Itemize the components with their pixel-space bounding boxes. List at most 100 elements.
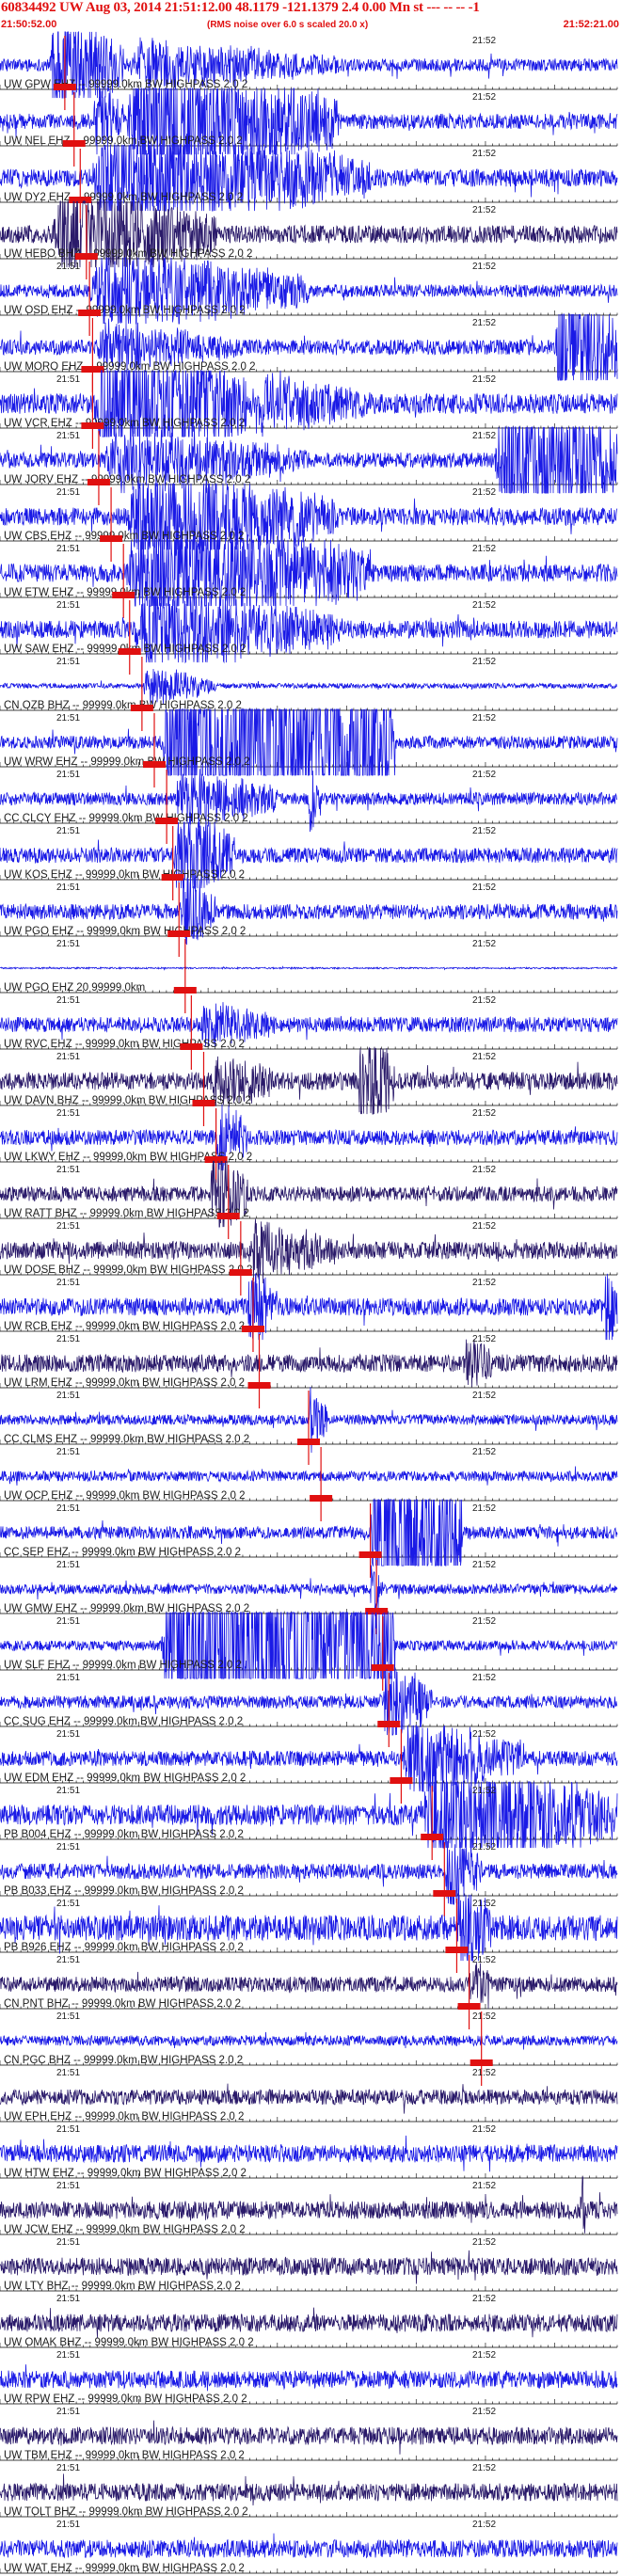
trace-row: UW SAW EHZ -- 99999.0km BW HIGHPASS 2.0 … <box>0 596 618 675</box>
trace-row: UW LKWY EHZ -- 99999.0km BW HIGHPASS 2.0… <box>0 1104 618 1183</box>
station-label: UW HTW EHZ -- 99999.0km BW HIGHPASS 2.0 … <box>4 2168 247 2179</box>
minute-label: 21:52 <box>472 2068 496 2078</box>
minute-label: 21:51 <box>56 1278 80 1288</box>
minute-label: 21:52 <box>472 1786 496 1796</box>
minute-label: 21:51 <box>56 2520 80 2530</box>
phase-pick-flag <box>161 874 184 881</box>
minute-label: 21:51 <box>56 431 80 441</box>
station-label: UW HEBO BHZ -- 99999.0km BW HIGHPASS 2.0… <box>4 248 252 260</box>
minute-label: 21:52 <box>472 657 496 667</box>
minute-label: 21:52 <box>472 1391 496 1401</box>
trace-row: UW VCR EHZ -- 99999.0km BW HIGHPASS 2.0 … <box>0 370 618 449</box>
station-label: UW LTY BHZ -- 99999.0km BW HIGHPASS 2.0 … <box>4 2281 241 2292</box>
phase-pick-flag <box>173 987 197 994</box>
phase-pick-flag <box>112 592 135 598</box>
minute-label: 21:51 <box>56 1108 80 1119</box>
station-label: UW SLF EHZ -- 99999.0km BW HIGHPASS 2.0 … <box>4 1660 242 1671</box>
trace-row: CC CLCY EHZ -- 99999.0km BW HIGHPASS 2.0… <box>0 769 618 844</box>
minute-label: 21:51 <box>56 262 80 272</box>
waveform <box>0 2135 618 2172</box>
trace-row: UW HEBO BHZ -- 99999.0km BW HIGHPASS 2.0… <box>0 199 618 279</box>
minute-label: 21:52 <box>472 1221 496 1232</box>
phase-pick-flag <box>78 310 102 316</box>
station-label: UW DOSE BHZ -- 99999.0km BW HIGHPASS 2.0… <box>4 1264 252 1276</box>
waveform <box>0 2364 618 2392</box>
minute-label: 21:51 <box>56 2350 80 2361</box>
station-label: UW TOLT BHZ -- 99999.0km BW HIGHPASS 2.0… <box>4 2506 248 2518</box>
trace-row: UW PGO EHZ 20 99999.0km21:51 21:52 <box>0 939 618 1013</box>
station-label: UW JCW EHZ -- 99999.0km BW HIGHPASS 2.0 … <box>4 2224 246 2235</box>
station-label: UW LRM EHZ -- 99999.0km BW HIGHPASS 2.0 … <box>4 1377 245 1389</box>
minute-label: 21:52 <box>472 770 496 780</box>
phase-pick-flag <box>53 84 76 90</box>
phase-pick-flag <box>155 818 179 824</box>
trace-row: UW JCW EHZ -- 99999.0km BW HIGHPASS 2.0 … <box>0 2176 618 2235</box>
phase-pick-flag <box>143 761 166 768</box>
station-label: UW OCP EHZ -- 99999.0km BW HIGHPASS 2.0 … <box>4 1490 245 1502</box>
minute-label: 21:51 <box>56 770 80 780</box>
waveform <box>0 2031 618 2050</box>
minute-label: 21:51 <box>56 600 80 611</box>
minute-label: 21:52 <box>472 262 496 272</box>
minute-label: 21:51 <box>56 939 80 949</box>
seismogram-plot: UW GPW EHZ -- 99999.0km BW HIGHPASS 2.0 … <box>0 30 618 2574</box>
phase-pick-flag <box>421 1834 444 1840</box>
trace-row: CN PGC BHZ -- 99999.0km BW HIGHPASS 2.0 … <box>0 2012 618 2086</box>
station-label: UW JORV EHZ -- 99999.0km BW HIGHPASS 2.0… <box>4 474 250 485</box>
minute-label: 21:51 <box>56 2124 80 2135</box>
minute-label: 21:51 <box>56 2294 80 2304</box>
minute-label: 21:52 <box>472 2350 496 2361</box>
station-label: UW EPH EHZ -- 99999.0km BW HIGHPASS 2.0 … <box>4 2111 244 2123</box>
minute-label: 21:51 <box>56 657 80 667</box>
minute-label: 21:51 <box>56 1052 80 1062</box>
minute-label: 21:51 <box>56 544 80 554</box>
station-label: UW OSD EHZ -- 99999.0km BW HIGHPASS 2.0 … <box>4 305 246 316</box>
phase-pick-flag <box>118 648 141 655</box>
phase-pick-flag <box>100 535 123 542</box>
phase-pick-flag <box>247 1382 271 1389</box>
minute-label: 21:52 <box>472 1842 496 1852</box>
minute-label: 21:51 <box>56 1729 80 1740</box>
phase-pick-flag <box>390 1777 413 1784</box>
minute-label: 21:52 <box>472 2520 496 2530</box>
minute-label: 21:52 <box>472 2124 496 2135</box>
phase-pick-flag <box>87 479 110 485</box>
minute-label: 21:52 <box>472 1560 496 1570</box>
station-label: UW TBM EHZ -- 99999.0km BW HIGHPASS 2.0 … <box>4 2450 245 2461</box>
trace-row: UW TOLT BHZ -- 99999.0km BW HIGHPASS 2.0… <box>0 2463 618 2518</box>
minute-label: 21:51 <box>56 2407 80 2417</box>
trace-row: UW EPH EHZ -- 99999.0km BW HIGHPASS 2.0 … <box>0 2068 618 2123</box>
phase-pick-flag <box>445 1947 469 1953</box>
waveform <box>0 2533 618 2559</box>
minute-label: 21:51 <box>56 1616 80 1627</box>
minute-label: 21:52 <box>472 487 496 498</box>
trace-row: UW ETW EHZ -- 99999.0km BW HIGHPASS 2.0 … <box>0 538 618 618</box>
station-label: CC SUG EHZ -- 99999.0km BW HIGHPASS 2.0 … <box>4 1716 243 1727</box>
trace-row: UW RVC EHZ -- 99999.0km BW HIGHPASS 2.0 … <box>0 995 618 1070</box>
minute-label: 21:52 <box>472 1729 496 1740</box>
phase-pick-flag <box>457 2003 481 2010</box>
station-label: UW PGO EHZ -- 99999.0km BW HIGHPASS 2.0 … <box>4 926 246 937</box>
trace-row: UW RATT BHZ -- 99999.0km BW HIGHPASS 2.0… <box>0 1160 618 1239</box>
trace-row: CC CLMS EHZ -- 99999.0km BW HIGHPASS 2.0… <box>0 1387 618 1465</box>
phase-pick-flag <box>297 1439 320 1445</box>
minute-label: 21:52 <box>472 713 496 724</box>
trace-row: UW TBM EHZ -- 99999.0km BW HIGHPASS 2.0 … <box>0 2407 618 2461</box>
minute-label: 21:51 <box>56 2181 80 2191</box>
minute-label: 21:52 <box>472 544 496 554</box>
phase-pick-flag <box>130 705 153 711</box>
minute-label: 21:52 <box>472 939 496 949</box>
phase-pick-flag <box>204 1156 228 1163</box>
waveform <box>0 2083 618 2114</box>
station-label: UW OMAK BHZ -- 99999.0km BW HIGHPASS 2.0… <box>4 2337 254 2348</box>
phase-pick-flag <box>377 1721 401 1727</box>
station-label: CC CLMS EHZ -- 99999.0km BW HIGHPASS 2.0… <box>4 1434 249 1445</box>
minute-label: 21:51 <box>56 1334 80 1344</box>
minute-label: 21:52 <box>472 826 496 836</box>
minute-label: 21:51 <box>56 2068 80 2078</box>
phase-pick-flag <box>216 1213 240 1219</box>
minute-label: 21:51 <box>56 2012 80 2022</box>
station-label: UW RPW EHZ -- 99999.0km BW HIGHPASS 2.0 … <box>4 2393 247 2405</box>
waveform <box>0 2473 618 2506</box>
trace-row: CC SEP EHZ -- 99999.0km BW HIGHPASS 2.0 … <box>0 1498 618 1578</box>
